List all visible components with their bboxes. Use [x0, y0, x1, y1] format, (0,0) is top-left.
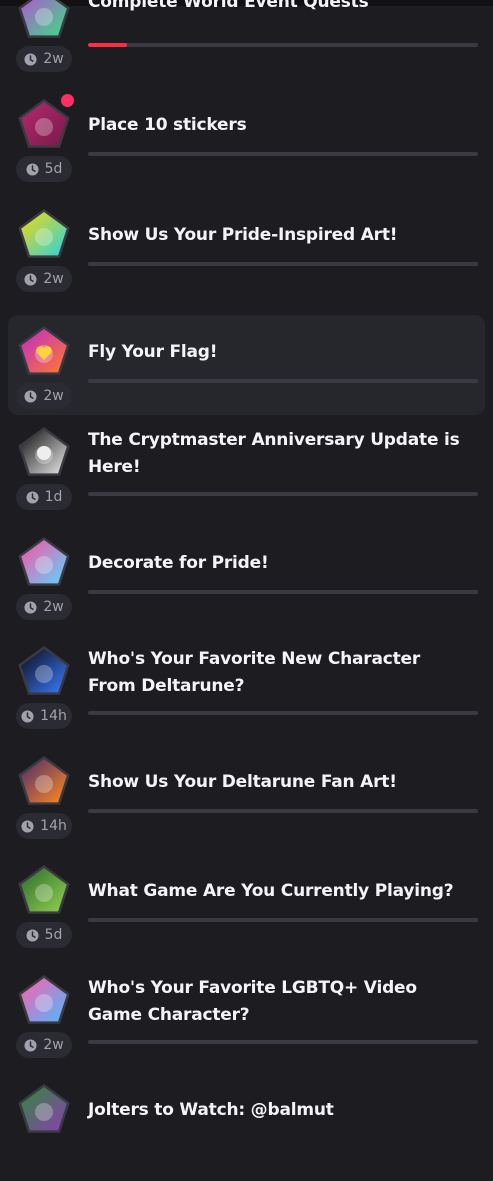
quest-item[interactable]: 2w Show Us Your Pride-Inspired Art! [8, 206, 485, 306]
time-remaining-badge: 2w [16, 383, 72, 409]
quest-item[interactable]: 2w Fly Your Flag! [8, 315, 485, 415]
quest-item[interactable]: 5d What Game Are You Currently Playing? [8, 862, 485, 962]
quest-title[interactable]: The Cryptmaster Anniversary Update is He… [88, 427, 468, 481]
notification-dot [61, 94, 74, 107]
clock-icon [24, 52, 37, 66]
time-remaining-text: 1d [44, 489, 63, 505]
quest-title[interactable]: Who's Your Favorite New Character From D… [88, 646, 468, 700]
time-remaining-text: 2w [43, 599, 64, 615]
stickers-badge-icon [16, 94, 74, 152]
quest-progress-bar [88, 152, 478, 156]
time-remaining-text: 2w [43, 1037, 64, 1053]
quest-title[interactable]: Show Us Your Pride-Inspired Art! [88, 222, 468, 249]
time-remaining-badge: 5d [16, 922, 72, 948]
quest-item[interactable]: 2w Decorate for Pride! [8, 534, 485, 634]
quest-progress-bar [88, 43, 478, 47]
clock-icon [21, 709, 34, 723]
time-remaining-badge: 14h [16, 813, 72, 839]
quest-title[interactable]: Fly Your Flag! [88, 339, 468, 366]
quest-progress-fill [88, 43, 127, 47]
time-remaining-badge: 5d [16, 156, 72, 182]
time-remaining-text: 5d [44, 927, 63, 943]
currently-playing-badge-icon [16, 862, 72, 918]
time-remaining-badge: 2w [16, 594, 72, 620]
cryptmaster-skull-badge-icon [16, 424, 72, 480]
time-remaining-text: 14h [40, 708, 67, 724]
time-remaining-badge: 2w [16, 1032, 72, 1058]
lgbtq-character-badge-icon [16, 972, 72, 1028]
quest-item[interactable]: 2w Who's Your Favorite LGBTQ+ Video Game … [8, 972, 485, 1072]
clock-icon [24, 600, 37, 614]
quest-item[interactable]: 14h Show Us Your Deltarune Fan Art! [8, 753, 485, 853]
quest-title[interactable]: Complete World Event Quests [88, 0, 468, 16]
decorate-pride-badge-icon [16, 534, 72, 590]
jolters-to-watch-badge-icon [16, 1081, 72, 1137]
quest-progress-bar [88, 918, 478, 922]
quest-progress-bar [88, 379, 478, 383]
pride-art-badge-icon [16, 206, 72, 262]
time-remaining-text: 5d [44, 161, 63, 177]
quest-progress-bar [88, 262, 478, 266]
quest-title[interactable]: Show Us Your Deltarune Fan Art! [88, 769, 468, 796]
quest-title[interactable]: Decorate for Pride! [88, 550, 468, 577]
clock-icon [24, 389, 37, 403]
time-remaining-text: 2w [43, 388, 64, 404]
time-remaining-text: 2w [43, 51, 64, 67]
quest-item[interactable]: 5d Place 10 stickers [8, 94, 485, 196]
quest-item[interactable]: 2w Complete World Event Quests [8, 0, 485, 86]
quest-item[interactable]: Jolters to Watch: @balmut [8, 1081, 485, 1181]
quest-item[interactable]: 14h Who's Your Favorite New Character Fro… [8, 643, 485, 743]
quest-title[interactable]: Jolters to Watch: @balmut [88, 1097, 468, 1124]
time-remaining-badge: 2w [16, 46, 72, 72]
deltarune-character-badge-icon [16, 643, 72, 699]
quest-title[interactable]: Who's Your Favorite LGBTQ+ Video Game Ch… [88, 975, 468, 1029]
deltarune-fan-art-badge-icon [16, 753, 72, 809]
quest-item[interactable]: 1d The Cryptmaster Anniversary Update is … [8, 424, 485, 524]
quest-progress-bar [88, 809, 478, 813]
quest-title[interactable]: Place 10 stickers [88, 112, 468, 139]
world-event-badge-icon [16, 0, 72, 42]
quest-progress-bar [88, 711, 478, 715]
quest-progress-bar [88, 590, 478, 594]
clock-icon [24, 1038, 37, 1052]
clock-icon [24, 272, 37, 286]
clock-icon [26, 162, 39, 176]
quest-progress-bar [88, 492, 478, 496]
time-remaining-text: 2w [43, 271, 64, 287]
clock-icon [26, 490, 39, 504]
time-remaining-badge: 14h [16, 703, 72, 729]
quest-title[interactable]: What Game Are You Currently Playing? [88, 878, 468, 905]
clock-icon [26, 928, 39, 942]
time-remaining-text: 14h [40, 818, 67, 834]
quest-progress-bar [88, 1040, 478, 1044]
time-remaining-badge: 1d [16, 484, 72, 510]
clock-icon [21, 819, 34, 833]
time-remaining-badge: 2w [16, 266, 72, 292]
pride-flag-heart-badge-icon [16, 323, 72, 379]
